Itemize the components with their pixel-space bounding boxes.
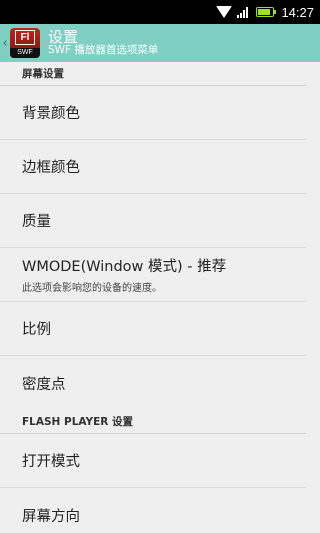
pref-wmode[interactable]: WMODE(Window 模式) - 推荐 此选项会影响您的设备的速度。 bbox=[0, 248, 306, 302]
page-subtitle: SWF 播放器首选项菜单 bbox=[48, 44, 159, 57]
pref-screen-orientation[interactable]: 屏幕方向 bbox=[0, 488, 306, 533]
signal-icon bbox=[237, 6, 251, 18]
section-header-screen: 屏幕设置 bbox=[0, 62, 306, 86]
battery-fill bbox=[258, 9, 271, 15]
status-bar: 14:27 bbox=[0, 0, 320, 24]
pref-scale[interactable]: 比例 bbox=[0, 302, 306, 356]
status-time: 14:27 bbox=[281, 4, 314, 20]
settings-list: 屏幕设置 背景颜色 边框颜色 质量 WMODE(Window 模式) - 推荐 … bbox=[0, 62, 320, 533]
pref-density[interactable]: 密度点 bbox=[0, 356, 306, 410]
section-header-flash-player: FLASH PLAYER 设置 bbox=[0, 410, 306, 434]
battery-icon bbox=[256, 7, 277, 17]
action-bar-titles: 设置 SWF 播放器首选项菜单 bbox=[48, 29, 158, 57]
action-bar: ‹ Fl SWF 设置 SWF 播放器首选项菜单 bbox=[0, 24, 320, 62]
pref-title: 质量 bbox=[22, 214, 51, 230]
pref-title: WMODE(Window 模式) - 推荐 bbox=[22, 259, 227, 275]
app-logo-icon[interactable]: Fl SWF bbox=[10, 28, 40, 58]
pref-title: 打开模式 bbox=[22, 454, 80, 470]
pref-title: 屏幕方向 bbox=[22, 508, 80, 525]
pref-border-color[interactable]: 边框颜色 bbox=[0, 140, 306, 194]
page-title: 设置 bbox=[48, 27, 79, 46]
pref-background-color[interactable]: 背景颜色 bbox=[0, 86, 306, 140]
pref-open-mode[interactable]: 打开模式 bbox=[0, 434, 306, 488]
app-logo-fl: Fl bbox=[15, 30, 35, 45]
pref-summary: 此选项会影响您的设备的速度。 bbox=[22, 283, 162, 294]
wifi-icon bbox=[216, 6, 233, 18]
pref-title: 边框颜色 bbox=[22, 160, 80, 176]
pref-title: 密度点 bbox=[22, 376, 66, 393]
pref-quality[interactable]: 质量 bbox=[0, 194, 306, 248]
back-chevron-icon[interactable]: ‹ bbox=[0, 24, 10, 62]
pref-title: 背景颜色 bbox=[22, 106, 80, 122]
pref-title: 比例 bbox=[22, 322, 51, 338]
app-logo-swf: SWF bbox=[10, 48, 40, 58]
